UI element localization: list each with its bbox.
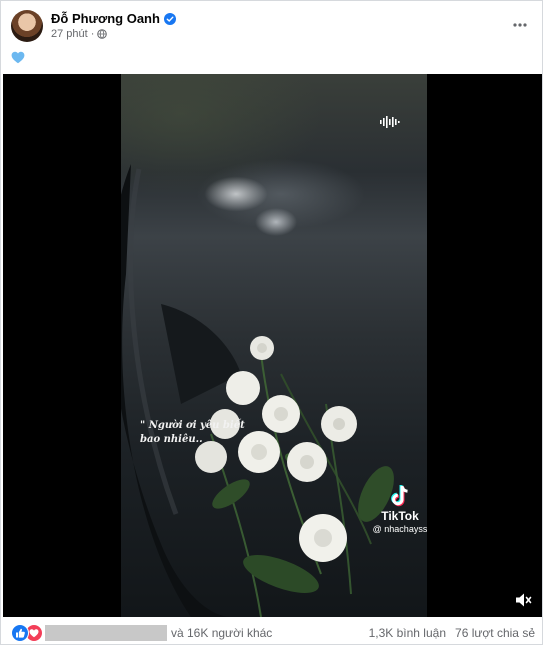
author-avatar[interactable] (11, 10, 43, 42)
car-interior-roses-image (121, 164, 394, 617)
speaker-mute-icon[interactable] (514, 591, 532, 609)
sound-wave-icon (380, 116, 400, 128)
post-time[interactable]: 27 phút (51, 28, 88, 40)
globe-icon (97, 29, 108, 39)
reaction-icons[interactable] (11, 624, 43, 642)
verified-badge-icon (163, 12, 176, 25)
like-reaction-icon (11, 624, 29, 642)
comments-count[interactable]: 1,3K bình luận (369, 626, 446, 640)
post-caption (11, 51, 25, 67)
post-footer: và 16K người khác 1,3K bình luận 76 lượt… (1, 618, 542, 646)
tiktok-brand: TikTok (381, 509, 419, 523)
more-options-button[interactable] (510, 15, 530, 35)
tiktok-watermark: TikTok @ nhachayss (365, 484, 427, 534)
video-overlay-quote: " Người ơi yêu biết bao nhiêu.. (140, 420, 245, 445)
more-horizontal-icon (513, 23, 527, 27)
redacted-names (45, 625, 167, 641)
facebook-post: Đỗ Phương Oanh 27 phút · " Người ơi yêu … (0, 0, 543, 645)
author-name[interactable]: Đỗ Phương Oanh (51, 11, 160, 26)
tiktok-logo-icon (391, 485, 408, 507)
reaction-others-count[interactable]: và 16K người khác (171, 626, 272, 640)
video-player[interactable]: " Người ơi yêu biết bao nhiêu.. TikTok @… (3, 74, 542, 617)
post-meta: 27 phút · (51, 28, 108, 40)
tiktok-username: @ nhachayss (372, 524, 427, 534)
shares-count[interactable]: 76 lượt chia sẻ (455, 626, 535, 640)
meta-separator: · (90, 28, 95, 40)
video-frame: " Người ơi yêu biết bao nhiêu.. TikTok @… (121, 74, 427, 617)
blue-heart-icon (11, 51, 25, 64)
author-name-row: Đỗ Phương Oanh (51, 11, 176, 26)
post-header: Đỗ Phương Oanh 27 phút · (11, 9, 532, 45)
